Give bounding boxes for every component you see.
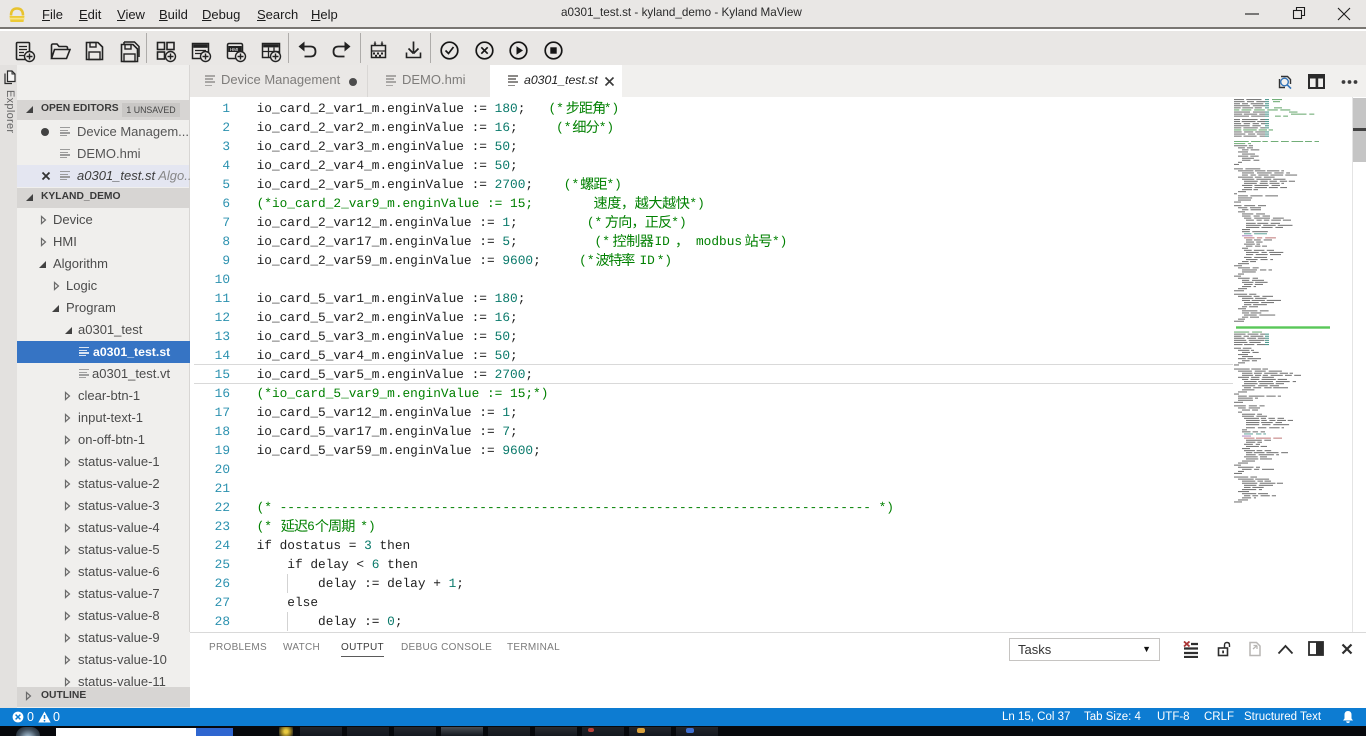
svg-text:HMI: HMI (230, 47, 238, 52)
